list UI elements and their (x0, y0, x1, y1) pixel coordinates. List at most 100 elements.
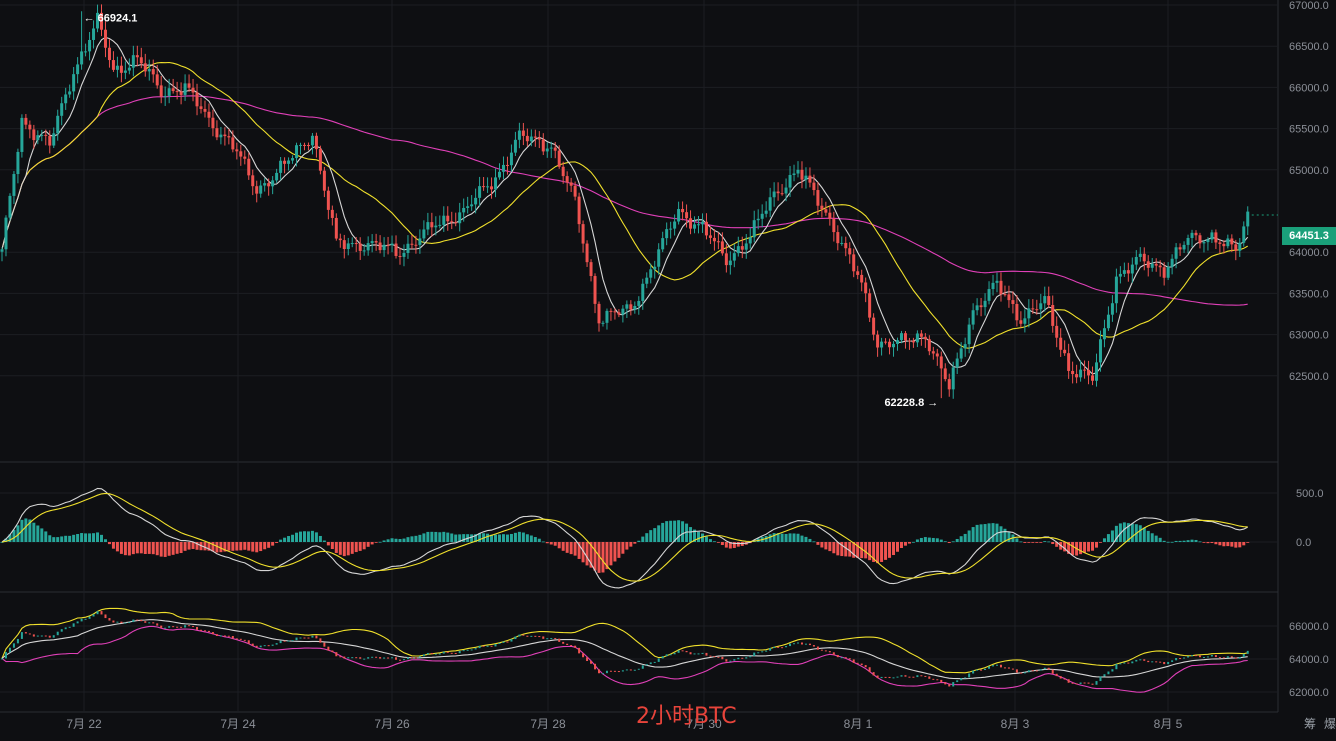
band-candle (255, 645, 258, 648)
band-candle (1119, 663, 1122, 665)
candle-body (549, 147, 553, 149)
chip-distribution-button[interactable]: 筹 (1304, 715, 1316, 732)
band-candle (789, 643, 792, 647)
candle (322, 166, 326, 198)
candle (183, 74, 187, 101)
band-candle (152, 622, 155, 624)
macd-histogram-bar (593, 542, 597, 571)
candle-body (752, 220, 756, 238)
candle-body (1122, 270, 1126, 274)
candle (987, 281, 991, 305)
candle-body (267, 183, 271, 187)
macd-histogram-bar (1019, 541, 1023, 543)
candle (625, 300, 629, 319)
band-candle (749, 656, 752, 658)
candle-body (1106, 314, 1110, 329)
band-candle (271, 644, 274, 646)
macd-histogram-bar (601, 542, 605, 573)
macd-panel (0, 487, 1250, 589)
macd-histogram-bar (187, 542, 191, 550)
candle (422, 220, 426, 243)
band-candle (466, 649, 469, 651)
candle (287, 157, 291, 171)
macd-histogram-bar (96, 532, 100, 542)
candle-body (1186, 237, 1190, 245)
candle-body (708, 235, 712, 238)
candle (1003, 285, 1007, 297)
macd-histogram-bar (40, 528, 44, 542)
band-candle (940, 679, 943, 683)
macd-histogram-bar (633, 542, 637, 544)
candle-body (716, 241, 720, 243)
macd-histogram-bar (306, 531, 310, 542)
macd-histogram-bar (1202, 542, 1206, 543)
candle (28, 120, 32, 139)
macd-histogram-bar (271, 542, 275, 546)
band-candle (311, 635, 314, 638)
band-candle (641, 665, 644, 669)
candle (585, 240, 589, 267)
candle (199, 97, 203, 114)
btc-chart[interactable]: ← 66924.1 62228.8 → 67000.0 66500.0 66000.0… (0, 0, 1336, 736)
chart-canvas[interactable]: ← 66924.1 62228.8 → 67000.0 66500.0 66000.0… (0, 0, 1336, 736)
candle-body (545, 148, 549, 152)
candle-body (557, 150, 561, 167)
band-candle (267, 645, 270, 647)
band-candle (1059, 676, 1062, 679)
candle-body (187, 83, 191, 88)
candle-body (342, 240, 346, 250)
macd-histogram-bar (1023, 542, 1027, 543)
macd-histogram-bar (123, 542, 127, 556)
band-candle (1179, 658, 1182, 660)
candle-body (219, 134, 223, 138)
candle-body (601, 322, 605, 324)
candle-body (350, 243, 354, 245)
candle (271, 176, 275, 195)
candle-body (896, 340, 899, 344)
candle-body (645, 277, 649, 284)
macd-histogram-bar (792, 533, 796, 542)
date-tick-label: 7月 28 (530, 717, 566, 731)
macd-histogram-bar (812, 541, 816, 543)
candle (318, 145, 322, 175)
band-candle (621, 670, 624, 672)
liquidation-button[interactable]: 爆 (1324, 715, 1336, 732)
candle-body (724, 253, 728, 266)
candle (207, 103, 211, 128)
price-tick-label: 63500.0 (1289, 288, 1329, 300)
candle (697, 215, 700, 234)
macd-histogram-bar (625, 542, 629, 550)
candle-body (1162, 267, 1166, 278)
candle-body (239, 151, 243, 157)
band-candle (148, 622, 151, 624)
candle-body (382, 244, 386, 251)
band-candle (944, 682, 947, 685)
candle-body (848, 248, 852, 255)
candle (378, 235, 382, 254)
candle-body (354, 243, 358, 245)
candle-body (541, 139, 545, 152)
band-candle (498, 642, 501, 645)
band-candle (812, 645, 815, 647)
macd-histogram-bar (44, 531, 48, 542)
band-candle (355, 657, 358, 659)
macd-histogram-bar (235, 542, 239, 551)
candle (310, 132, 314, 155)
candle-body (147, 69, 151, 72)
band-candle (426, 652, 429, 655)
candle-body (498, 171, 501, 178)
candle (716, 232, 720, 250)
macd-histogram-bar (263, 542, 267, 550)
band-candle (76, 621, 79, 624)
candle-body (864, 282, 868, 294)
candle (983, 293, 987, 316)
macd-histogram-bar (275, 542, 279, 543)
band-candle (1202, 656, 1205, 658)
band-candle (820, 649, 823, 651)
candle-body (402, 252, 406, 257)
price-panel[interactable]: ← 66924.1 62228.8 → (0, 4, 1279, 409)
candle (979, 297, 983, 317)
candle-body (561, 166, 565, 177)
candle-body (963, 344, 967, 349)
macd-histogram-bar (119, 542, 123, 554)
